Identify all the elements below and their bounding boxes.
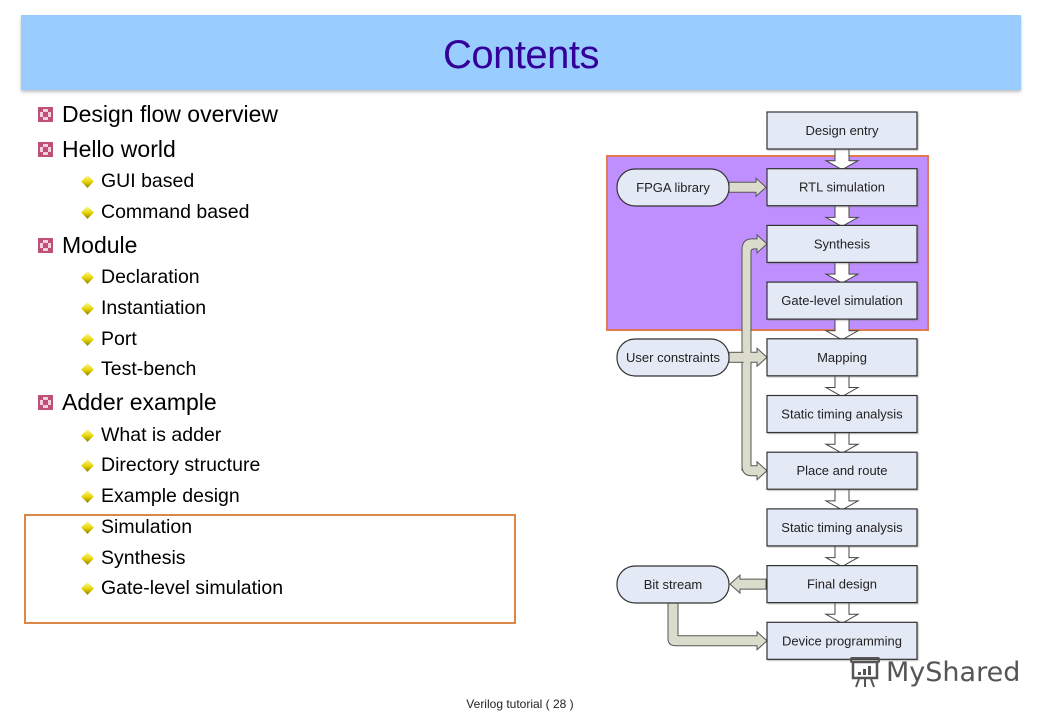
flow-step-box: Gate-level simulation [766,281,918,320]
user-constraints-node: User constraints [616,338,730,377]
watermark-text: MyShared [886,656,1021,688]
flow-down-arrow [824,431,860,454]
flow-step-label: Synthesis [814,236,871,251]
slide-footer: Verilog tutorial ( 28 ) [466,697,574,711]
watermark: MyShared [848,655,1020,689]
flow-step-box: Static timing analysis [766,394,918,434]
fpga-library-label: FPGA library [636,180,710,195]
flow-step-box: Synthesis [766,224,918,263]
bitstream-to-device-arrow [667,602,768,651]
user-constraints-label: User constraints [626,350,720,365]
flow-down-arrow [824,487,860,511]
flow-step-label: RTL simulation [799,180,885,195]
flow-step-box: RTL simulation [766,168,918,207]
flow-step-box: Final design [766,564,918,604]
fpga-library-node: FPGA library [616,168,730,207]
bit-stream-label: Bit stream [644,577,703,592]
flow-step-label: Place and route [796,463,887,478]
design-flow-diagram: Design entry RTL simulation Synthesis Gate-… [606,111,929,660]
flow-step-label: Static timing analysis [781,520,903,535]
flow-down-arrow [824,374,860,398]
flow-down-arrow [824,601,860,624]
bit-stream-node: Bit stream [616,565,730,604]
user-constraints-stub [728,351,744,363]
flow-step-label: Gate-level simulation [781,293,902,308]
flow-step-label: Device programming [782,633,902,648]
flow-step-box: Mapping [766,338,918,377]
final-to-bitstream-arrow [729,573,767,595]
bus-junction [742,352,751,362]
flow-step-label: Design entry [806,123,879,138]
flow-step-box: Device programming [766,621,918,660]
flow-down-arrow [824,544,860,568]
presentation-board-icon [850,657,880,688]
flow-step-label: Mapping [817,350,867,365]
flow-step-box: Static timing analysis [766,508,918,547]
flow-step-box: Design entry [766,111,918,150]
flow-arrows [824,147,860,624]
flow-step-label: Final design [807,577,877,592]
flow-step-box: Place and route [766,451,918,490]
flow-step-label: Static timing analysis [781,407,903,422]
